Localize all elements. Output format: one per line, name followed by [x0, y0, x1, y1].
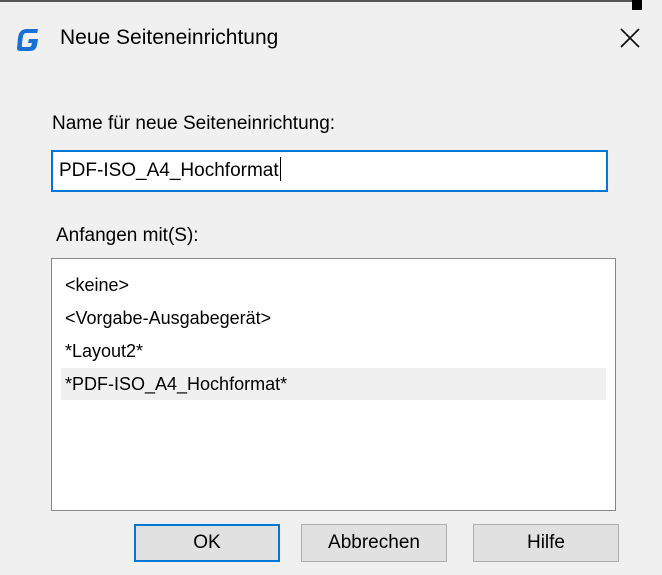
list-item-layout2[interactable]: *Layout2*	[61, 335, 606, 367]
list-item-default-output-device[interactable]: <Vorgabe-Ausgabegerät>	[61, 302, 606, 334]
cancel-button[interactable]: Abbrechen	[301, 524, 447, 562]
text-caret	[279, 157, 281, 181]
window-title: Neue Seiteneinrichtung	[60, 26, 279, 49]
list-item-none[interactable]: <keine>	[61, 269, 606, 301]
ok-button[interactable]: OK	[134, 524, 280, 562]
window-top-border	[0, 0, 632, 2]
close-icon	[620, 28, 640, 48]
page-setup-dialog: Neue Seiteneinrichtung Name für neue Sei…	[0, 0, 662, 575]
start-with-listbox[interactable]: <keine> <Vorgabe-Ausgabegerät> *Layout2*…	[51, 258, 616, 511]
close-button[interactable]	[612, 20, 648, 56]
app-g-logo-icon	[16, 26, 42, 52]
start-with-label: Anfangen mit(S):	[56, 225, 199, 246]
setup-name-input[interactable]: PDF-ISO_A4_Hochformat	[51, 150, 608, 192]
help-button[interactable]: Hilfe	[473, 524, 619, 562]
title-bar: Neue Seiteneinrichtung	[0, 4, 662, 70]
name-field-label: Name für neue Seiteneinrichtung:	[52, 113, 336, 134]
setup-name-value: PDF-ISO_A4_Hochformat	[59, 160, 279, 181]
list-item-pdf-iso-a4[interactable]: *PDF-ISO_A4_Hochformat*	[61, 368, 606, 400]
